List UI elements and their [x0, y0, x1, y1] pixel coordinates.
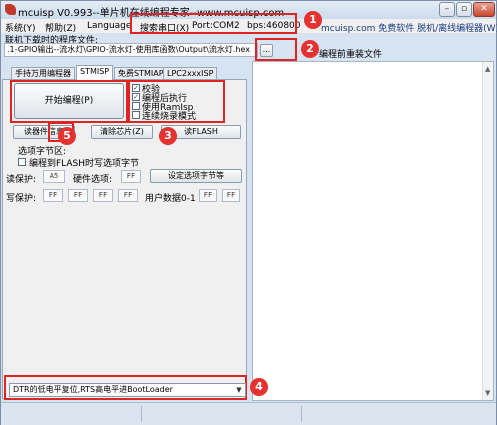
callout-box-1: [130, 13, 297, 34]
start-program-button[interactable]: 开始编程(P): [14, 83, 124, 119]
continuous-mode-label: 连续烧录模式: [142, 112, 197, 122]
scroll-up-icon[interactable]: ▲: [485, 65, 490, 73]
read-protect-field[interactable]: A5: [43, 170, 65, 183]
write-protect-field[interactable]: FF: [118, 189, 138, 202]
callout-badge-4: 4: [250, 378, 268, 396]
hw-option-field[interactable]: FF: [121, 170, 141, 183]
boot-mode-select[interactable]: DTR的低电平复位,RTS高电平进BootLoader ▼: [9, 383, 246, 397]
set-option-bytes-button[interactable]: 设定选项字节等: [150, 169, 242, 183]
menu-language[interactable]: Language: [87, 21, 131, 31]
run-after-program-checkbox[interactable]: ✓: [132, 93, 140, 101]
app-logo-icon: [5, 4, 16, 15]
callout-badge-2: 2: [301, 40, 319, 58]
status-divider: [141, 406, 142, 422]
app-window: mcuisp V0.993--单片机在线编程专家--www.mcuisp.com…: [0, 0, 497, 425]
reload-file-label[interactable]: 编程前重装文件: [319, 47, 382, 60]
write-protect-field[interactable]: FF: [93, 189, 113, 202]
use-ramisp-checkbox[interactable]: [132, 102, 140, 110]
maximize-icon[interactable]: ▫: [456, 2, 472, 17]
callout-badge-5: 5: [58, 127, 76, 145]
callout-badge-1: 1: [304, 11, 322, 29]
erase-chip-button[interactable]: 清除芯片(Z): [91, 125, 153, 139]
chevron-down-icon[interactable]: ▼: [234, 385, 244, 395]
minimize-icon[interactable]: –: [439, 2, 455, 17]
callout-box-2: [255, 38, 297, 61]
verify-checkbox[interactable]: ✓: [132, 84, 140, 92]
hw-option-label: 硬件选项:: [73, 175, 113, 185]
write-protect-field[interactable]: FF: [43, 189, 63, 202]
user-data-field[interactable]: FF: [199, 189, 217, 202]
status-divider: [301, 406, 302, 422]
write-protect-label: 写保护:: [6, 194, 37, 204]
callout-badge-3: 3: [159, 127, 177, 145]
continuous-mode-checkbox[interactable]: [132, 111, 140, 119]
output-log[interactable]: ▲ ▼: [252, 61, 494, 401]
status-bar: [1, 402, 496, 425]
write-option-bytes-checkbox[interactable]: [18, 158, 26, 166]
menu-offline-programmer[interactable]: mcuisp.com 免费软件 脱机/离线编程器(W): [321, 21, 497, 34]
user-data-field[interactable]: FF: [222, 189, 240, 202]
write-protect-field[interactable]: FF: [68, 189, 88, 202]
write-option-bytes-label: 编程到FLASH时写选项字节: [29, 159, 140, 169]
close-icon[interactable]: ✕: [473, 2, 495, 17]
boot-mode-value: DTR的低电平复位,RTS高电平进BootLoader: [13, 385, 173, 394]
read-protect-label: 读保护:: [6, 175, 37, 185]
stmisp-panel: 开始编程(P) ✓ 校验 ✓ 编程后执行 使用RamIsp 连续烧录模式 读器件…: [2, 79, 247, 399]
scroll-down-icon[interactable]: ▼: [485, 389, 490, 397]
log-scrollbar[interactable]: ▲ ▼: [482, 62, 493, 400]
tab-stmisp[interactable]: STMISP: [76, 65, 114, 80]
user-data-label: 用户数据0-1: [145, 194, 196, 204]
program-file-path[interactable]: .1-GPIO输出--流水灯\GPIO-流水灯-使用库函数\Output\流水灯…: [4, 43, 258, 57]
